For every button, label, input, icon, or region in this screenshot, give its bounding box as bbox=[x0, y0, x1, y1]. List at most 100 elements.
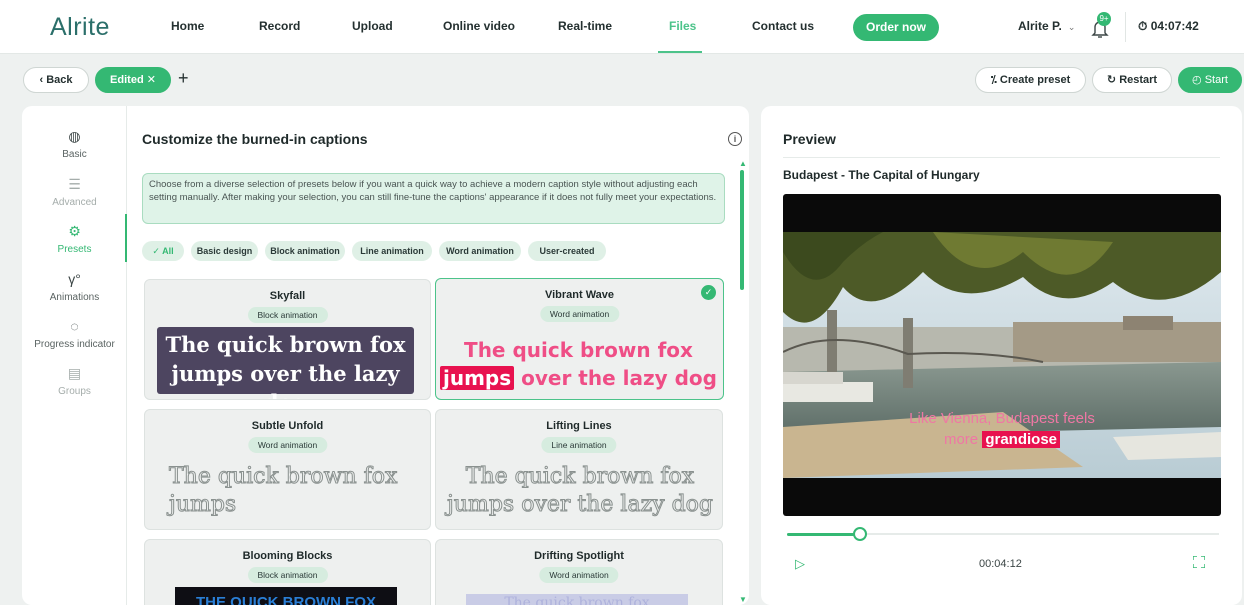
video-title: Budapest - The Capital of Hungary bbox=[783, 168, 980, 182]
sidebar-item-label: Animations bbox=[49, 292, 100, 303]
filter-chip-basic-design[interactable]: Basic design bbox=[191, 241, 258, 261]
filter-chip-word-animation[interactable]: Word animation bbox=[439, 241, 521, 261]
user-menu[interactable]: Alrite P. ⌄ bbox=[1018, 19, 1075, 33]
play-icon[interactable]: ▷ bbox=[795, 556, 805, 572]
preset-card-skyfall[interactable]: Skyfall Block animation The quick brown … bbox=[144, 279, 431, 400]
preset-name: Skyfall bbox=[269, 290, 306, 302]
preset-card-blooming-blocks[interactable]: Blooming Blocks Block animation THE QUIC… bbox=[144, 539, 431, 605]
filter-chip-user-created[interactable]: User-created bbox=[528, 241, 606, 261]
close-icon[interactable]: ✕ bbox=[144, 74, 156, 86]
caption-sample-line2: over the lazy dog bbox=[521, 366, 717, 390]
app-logo[interactable]: Alrite bbox=[50, 13, 110, 42]
credit-timer: ⏱ 04:07:42 bbox=[1138, 19, 1199, 34]
caption-sample-highlight: jumps bbox=[440, 366, 515, 390]
preset-card-lifting-lines[interactable]: Lifting Lines Line animation The quick b… bbox=[435, 409, 723, 530]
preset-type-badge: Block animation bbox=[247, 307, 328, 323]
preset-type-badge: Word animation bbox=[539, 567, 619, 583]
preset-card-subtle-unfold[interactable]: Subtle Unfold Word animation The quick b… bbox=[144, 409, 431, 530]
caption-sample: The quick brown fox jumps bbox=[169, 464, 398, 518]
add-tab-button[interactable]: + bbox=[178, 68, 189, 89]
sidebar-item-basic[interactable]: ◍ Basic bbox=[22, 128, 127, 160]
edited-tab[interactable]: Edited ✕ bbox=[95, 67, 171, 93]
video-caption: Like Vienna, Budapest feels more grandio… bbox=[783, 408, 1221, 450]
nav-online-video[interactable]: Online video bbox=[443, 19, 515, 33]
nav-files[interactable]: Files bbox=[669, 19, 696, 33]
progress-icon: ◌ bbox=[70, 318, 79, 334]
filter-chip-block-animation[interactable]: Block animation bbox=[265, 241, 345, 261]
restart-button[interactable]: ↻ Restart bbox=[1092, 67, 1172, 93]
nav-upload[interactable]: Upload bbox=[352, 19, 393, 33]
caption-line2-start: more bbox=[943, 431, 979, 448]
start-icon: ◴ bbox=[1192, 74, 1205, 86]
stopwatch-icon: ⏱ bbox=[1138, 19, 1151, 33]
nav-divider bbox=[1125, 12, 1126, 42]
playback-timecode: 00:04:12 bbox=[979, 558, 1022, 570]
nav-real-time[interactable]: Real-time bbox=[558, 19, 612, 33]
sidebar-item-advanced[interactable]: ☰ Advanced bbox=[22, 176, 127, 208]
back-button[interactable]: ‹ Back bbox=[23, 67, 89, 93]
sidebar-item-progress-indicator[interactable]: ◌ Progress indicator bbox=[22, 318, 127, 350]
preview-divider bbox=[783, 157, 1220, 158]
groups-icon: ▤ bbox=[67, 365, 82, 381]
edited-label: Edited bbox=[110, 74, 144, 86]
nav-home[interactable]: Home bbox=[171, 19, 204, 33]
nav-record[interactable]: Record bbox=[259, 19, 300, 33]
preset-type-badge: Line animation bbox=[541, 437, 617, 453]
preset-card-vibrant-wave[interactable]: Vibrant Wave Word animation ✓ The quick … bbox=[435, 278, 724, 400]
info-message: Choose from a diverse selection of prese… bbox=[142, 173, 725, 224]
start-button[interactable]: ◴ Start bbox=[1178, 67, 1242, 93]
caption-sample: The quick brown fox bbox=[504, 595, 650, 605]
sliders-icon: ☰ bbox=[68, 176, 81, 192]
preview-title: Preview bbox=[783, 131, 836, 147]
preset-name: Lifting Lines bbox=[546, 420, 612, 432]
video-player[interactable]: Like Vienna, Budapest feels more grandio… bbox=[783, 194, 1221, 516]
info-icon[interactable]: i bbox=[728, 132, 742, 146]
settings-sidebar: ◍ Basic ☰ Advanced ⚙ Presets γ° Animations ◌… bbox=[22, 106, 127, 605]
timer-value: 04:07:42 bbox=[1150, 19, 1199, 33]
progress-fill bbox=[787, 533, 860, 536]
preset-name: Vibrant Wave bbox=[544, 289, 615, 301]
sidebar-item-label: Presets bbox=[57, 244, 92, 255]
filter-chip-all[interactable]: ✓ All bbox=[142, 241, 184, 261]
order-now-button[interactable]: Order now bbox=[853, 14, 939, 41]
sidebar-item-groups[interactable]: ▤ Groups bbox=[22, 365, 127, 397]
caption-line1: Like Vienna, Budapest feels bbox=[909, 410, 1095, 427]
nav-contact-us[interactable]: Contact us bbox=[752, 19, 814, 33]
create-preset-label: Create preset bbox=[999, 74, 1071, 86]
selected-check-icon: ✓ bbox=[701, 285, 716, 300]
sidebar-item-presets[interactable]: ⚙ Presets bbox=[22, 223, 127, 255]
user-name: Alrite P. bbox=[1018, 19, 1062, 33]
palette-icon: ◍ bbox=[68, 128, 81, 144]
preset-name: Subtle Unfold bbox=[251, 420, 324, 432]
preset-card-drifting-spotlight[interactable]: Drifting Spotlight Word animation The qu… bbox=[435, 539, 723, 605]
caption-highlight-word: grandiose bbox=[982, 431, 1061, 448]
sidebar-item-label: Progress indicator bbox=[34, 339, 115, 350]
filter-chip-line-animation[interactable]: Line animation bbox=[352, 241, 432, 261]
preset-type-badge: Word animation bbox=[247, 437, 328, 453]
sidebar-item-label: Groups bbox=[58, 386, 91, 397]
check-icon: ✓ bbox=[152, 246, 163, 256]
fullscreen-icon[interactable] bbox=[1193, 556, 1205, 568]
start-label: Start bbox=[1204, 74, 1228, 86]
sidebar-item-label: Advanced bbox=[52, 197, 97, 208]
top-navigation: Alrite Home Record Upload Online video R… bbox=[0, 0, 1244, 54]
caption-sample: The quick brown fox jumps over the lazy d… bbox=[440, 336, 717, 392]
scroll-up-arrow-icon[interactable]: ▲ bbox=[739, 159, 747, 168]
progress-handle[interactable] bbox=[853, 527, 867, 541]
filter-label: All bbox=[162, 246, 174, 256]
scroll-down-arrow-icon[interactable]: ▼ bbox=[739, 595, 747, 604]
create-preset-button[interactable]: ⁒ Create preset bbox=[975, 67, 1086, 93]
caption-sample-line1: The quick brown fox bbox=[464, 338, 693, 362]
caption-editor-panel: ◍ Basic ☰ Advanced ⚙ Presets γ° Animations ◌… bbox=[22, 106, 749, 605]
notification-badge: 9+ bbox=[1097, 12, 1111, 26]
sidebar-item-label: Basic bbox=[62, 149, 87, 160]
restart-label: Restart bbox=[1119, 74, 1158, 86]
restart-icon: ↻ bbox=[1106, 74, 1120, 86]
preset-name: Drifting Spotlight bbox=[534, 550, 624, 562]
chevron-down-icon: ⌄ bbox=[1067, 22, 1076, 32]
scrollbar-thumb[interactable] bbox=[740, 170, 744, 290]
sidebar-item-animations[interactable]: γ° Animations bbox=[22, 271, 127, 303]
back-label: Back bbox=[46, 74, 73, 86]
caption-sample: The quick brown fox jumps over the lazy … bbox=[165, 332, 406, 399]
caption-sample: THE QUICK BROWN FOX bbox=[196, 594, 376, 605]
